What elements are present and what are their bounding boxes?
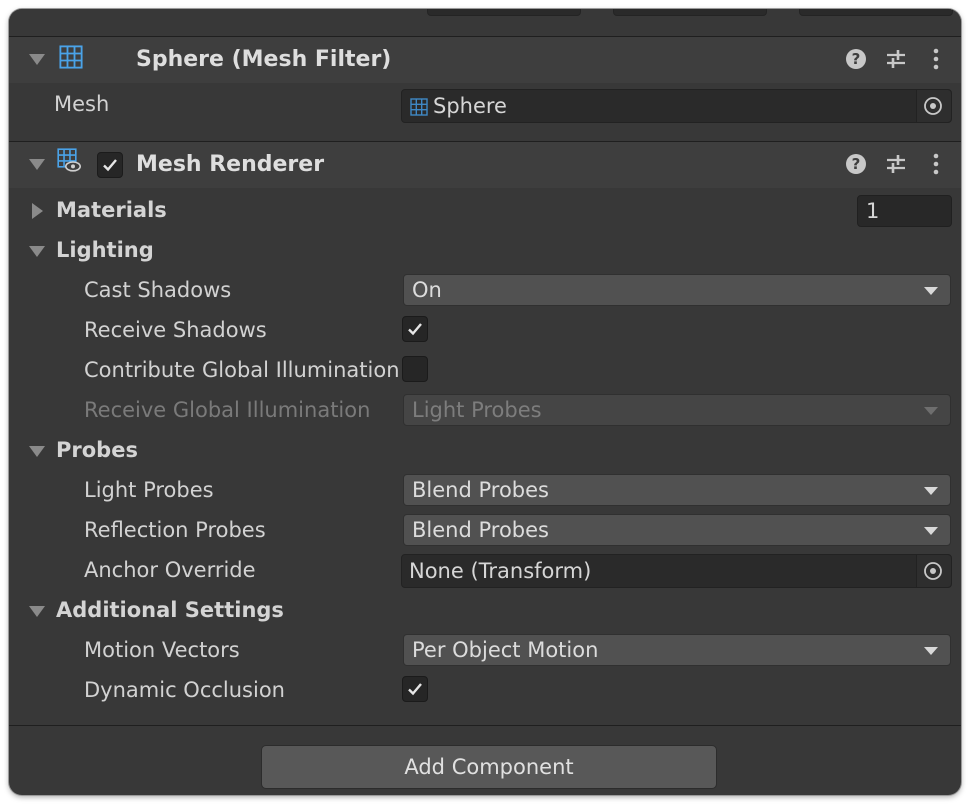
cast-shadows-label: Cast Shadows [84, 278, 232, 302]
light-probes-value: Blend Probes [412, 478, 549, 502]
reflection-probes-label: Reflection Probes [84, 518, 266, 542]
mesh-grid-icon [410, 98, 428, 116]
checkmark-icon [408, 323, 422, 336]
mesh-renderer-header[interactable]: Mesh Renderer ? [9, 141, 961, 188]
cast-shadows-value: On [412, 278, 442, 302]
mesh-filter-header[interactable]: Sphere (Mesh Filter) ? [9, 36, 961, 83]
previous-field-fragment [613, 9, 767, 16]
inspector-window: Sphere (Mesh Filter) ? Mesh Sphere Mesh … [9, 9, 961, 795]
mesh-renderer-enabled-checkbox[interactable] [97, 152, 123, 178]
svg-text:?: ? [852, 155, 861, 173]
receive-shadows-checkbox[interactable] [402, 316, 428, 342]
receive-gi-value: Light Probes [412, 398, 542, 422]
materials-label[interactable]: Materials [56, 198, 167, 222]
materials-count-value: 1 [866, 199, 880, 223]
light-probes-label: Light Probes [84, 478, 214, 502]
motion-vectors-value: Per Object Motion [412, 638, 599, 662]
help-icon[interactable]: ? [844, 47, 868, 71]
dynamic-occlusion-label: Dynamic Occlusion [84, 678, 285, 702]
anchor-override-value: None (Transform) [409, 559, 592, 583]
previous-component-strip [9, 9, 961, 37]
additional-settings-foldout-icon[interactable] [29, 606, 45, 617]
contribute-gi-label: Contribute Global Illumination [84, 358, 399, 382]
materials-foldout-icon[interactable] [32, 203, 43, 219]
previous-field-fragment [799, 9, 953, 16]
mesh-renderer-icon [57, 148, 81, 172]
mesh-object-field[interactable]: Sphere [401, 89, 952, 123]
presets-sliders-icon[interactable] [884, 47, 908, 71]
probes-foldout-icon[interactable] [29, 446, 45, 457]
receive-shadows-label: Receive Shadows [84, 318, 267, 342]
kebab-menu-icon[interactable] [924, 152, 948, 176]
dropdown-arrow-icon [924, 647, 938, 655]
help-icon[interactable]: ? [844, 152, 868, 176]
cast-shadows-dropdown[interactable]: On [403, 274, 951, 306]
additional-settings-label[interactable]: Additional Settings [56, 598, 284, 622]
kebab-menu-icon[interactable] [924, 47, 948, 71]
anchor-override-field[interactable]: None (Transform) [401, 554, 952, 588]
probes-label[interactable]: Probes [56, 438, 138, 462]
receive-gi-label: Receive Global Illumination [84, 398, 371, 422]
presets-sliders-icon[interactable] [884, 152, 908, 176]
materials-count-field[interactable]: 1 [857, 195, 952, 227]
motion-vectors-dropdown[interactable]: Per Object Motion [403, 634, 951, 666]
object-picker-button[interactable] [916, 90, 951, 122]
light-probes-dropdown[interactable]: Blend Probes [403, 474, 951, 506]
checkmark-icon [408, 683, 422, 696]
dropdown-arrow-icon [924, 527, 938, 535]
lighting-label[interactable]: Lighting [56, 238, 154, 262]
mesh-label: Mesh [54, 92, 110, 116]
mesh-value: Sphere [433, 94, 507, 118]
svg-text:?: ? [852, 50, 861, 68]
add-component-button[interactable]: Add Component [261, 745, 717, 789]
reflection-probes-value: Blend Probes [412, 518, 549, 542]
fold-arrow-icon[interactable] [29, 54, 45, 65]
reflection-probes-dropdown[interactable]: Blend Probes [403, 514, 951, 546]
receive-gi-dropdown: Light Probes [403, 394, 951, 426]
motion-vectors-label: Motion Vectors [84, 638, 240, 662]
fold-arrow-icon[interactable] [29, 159, 45, 170]
component-title: Sphere (Mesh Filter) [136, 47, 392, 72]
mesh-grid-icon [59, 45, 83, 69]
footer-divider [9, 725, 961, 726]
anchor-override-label: Anchor Override [84, 558, 256, 582]
previous-field-fragment [427, 9, 581, 16]
checkmark-icon [103, 159, 117, 172]
dropdown-arrow-icon [924, 487, 938, 495]
contribute-gi-checkbox[interactable] [402, 356, 428, 382]
dropdown-arrow-icon [924, 287, 938, 295]
component-title: Mesh Renderer [136, 152, 325, 177]
dynamic-occlusion-checkbox[interactable] [402, 676, 428, 702]
lighting-foldout-icon[interactable] [29, 246, 45, 257]
object-picker-icon [924, 562, 942, 580]
dropdown-arrow-icon [924, 407, 938, 415]
object-picker-button[interactable] [916, 555, 951, 587]
object-picker-icon [924, 97, 942, 115]
